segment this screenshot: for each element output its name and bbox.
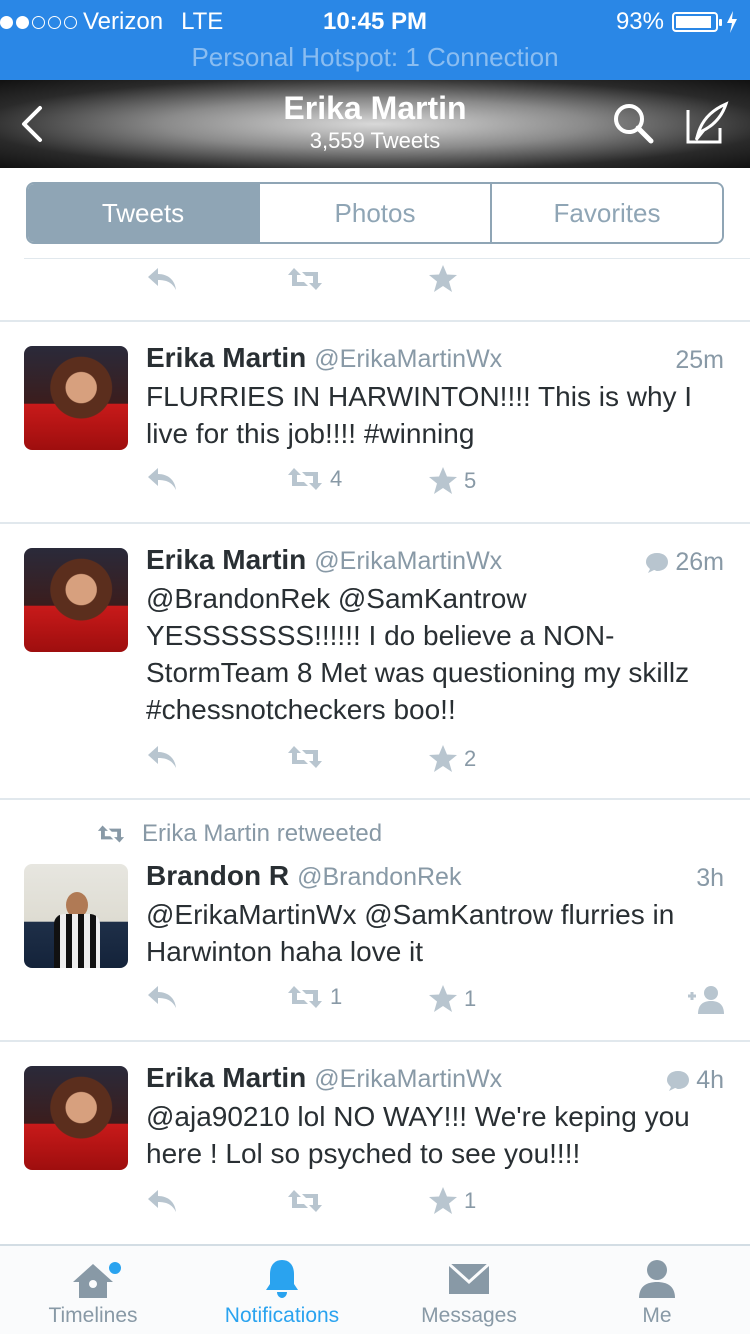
- avatar[interactable]: [24, 864, 128, 968]
- author-name: Brandon R: [146, 860, 290, 891]
- tweet-time-area: 26m: [645, 548, 724, 577]
- favorite-button[interactable]: 2: [428, 744, 476, 774]
- retweet-button[interactable]: 1: [286, 984, 342, 1010]
- tab-label: Notifications: [224, 1304, 340, 1327]
- segment-tweets[interactable]: Tweets: [28, 184, 260, 242]
- tweet-time: 26m: [675, 548, 724, 576]
- reply-icon[interactable]: [146, 744, 178, 770]
- favorite-count: 2: [464, 746, 477, 771]
- favorite-count: 1: [464, 986, 477, 1011]
- follow-user-icon[interactable]: [684, 984, 726, 1014]
- author-handle: @ErikaMartinWx: [314, 547, 503, 575]
- author-handle: @BrandonRek: [297, 863, 462, 891]
- reply-icon[interactable]: [146, 1188, 178, 1214]
- favorite-icon[interactable]: [428, 264, 458, 294]
- tweet-time-area: 4h: [666, 1066, 724, 1095]
- hotspot-banner[interactable]: Personal Hotspot: 1 Connection: [0, 42, 750, 73]
- retweet-icon: [97, 825, 125, 843]
- home-icon: [73, 1262, 121, 1298]
- tab-label: Me: [642, 1304, 672, 1327]
- profile-segmented-control: Tweets Photos Favorites: [26, 182, 724, 244]
- favorite-icon: [429, 1187, 457, 1214]
- tweet-item[interactable]: Erika Martin retweeted Brandon R @Brandon…: [0, 798, 750, 1040]
- tweet-author[interactable]: Erika Martin @ErikaMartinWx: [146, 544, 502, 576]
- segment-favorites[interactable]: Favorites: [492, 184, 722, 242]
- retweet-context[interactable]: Erika Martin retweeted: [96, 820, 382, 848]
- tweet-time: 3h: [696, 864, 724, 892]
- profile-header: Erika Martin 3,559 Tweets: [0, 80, 750, 168]
- person-icon: [639, 1260, 675, 1298]
- reply-icon[interactable]: [146, 466, 178, 492]
- status-bar: Verizon LTE 10:45 PM 93% Personal Hotspo…: [0, 0, 750, 80]
- tab-label: Messages: [421, 1304, 517, 1327]
- retweet-icon: [288, 746, 322, 768]
- favorite-count: 1: [464, 1188, 477, 1213]
- tweet-time: 4h: [696, 1066, 724, 1094]
- tweet-text: FLURRIES IN HARWINTON!!!! This is why I …: [146, 381, 693, 449]
- retweeted-by: Erika Martin retweeted: [142, 820, 383, 847]
- favorite-count: 5: [464, 468, 477, 493]
- retweet-icon: [288, 1190, 322, 1212]
- tab-timelines[interactable]: Timelines: [26, 1246, 160, 1336]
- tweet-author[interactable]: Brandon R @BrandonRek: [146, 860, 461, 892]
- avatar[interactable]: [24, 548, 128, 652]
- tweet-item[interactable]: Erika Martin @ErikaMartinWx 26m @BrandonR…: [0, 522, 750, 798]
- envelope-icon: [447, 1262, 491, 1294]
- tweet-item[interactable]: Erika Martin @ErikaMartinWx 4h @aja90210 …: [0, 1040, 750, 1244]
- author-name: Erika Martin: [146, 544, 307, 575]
- tweet-author[interactable]: Erika Martin @ErikaMartinWx: [146, 342, 502, 374]
- tab-messages[interactable]: Messages: [404, 1246, 534, 1336]
- search-icon[interactable]: [610, 100, 656, 146]
- battery-icon: [672, 12, 722, 32]
- retweet-count: 1: [330, 984, 343, 1009]
- tweet-text: @ErikaMartinWx @SamKantrow flurries in H…: [146, 899, 675, 967]
- segment-photos[interactable]: Photos: [260, 184, 492, 242]
- retweet-icon: [288, 468, 322, 490]
- favorite-icon: [429, 467, 457, 494]
- author-name: Erika Martin: [146, 342, 307, 373]
- charging-icon: [727, 11, 737, 33]
- retweet-button[interactable]: [286, 744, 330, 770]
- tab-notifications[interactable]: Notifications: [212, 1246, 352, 1336]
- conversation-icon: [667, 1070, 690, 1091]
- divider: [24, 258, 750, 259]
- tweet-text: @aja90210 lol NO WAY!!! We're keping you…: [146, 1101, 690, 1169]
- author-handle: @ErikaMartinWx: [314, 345, 503, 373]
- retweet-button[interactable]: 4: [286, 466, 342, 492]
- tab-label: Timelines: [48, 1304, 138, 1327]
- favorite-icon: [429, 985, 457, 1012]
- bell-icon: [266, 1260, 298, 1298]
- compose-tweet-icon[interactable]: [684, 100, 730, 146]
- tweet-text: @BrandonRek @SamKantrow YESSSSSSS!!!!!! …: [146, 583, 690, 725]
- reply-icon[interactable]: [146, 984, 178, 1010]
- retweet-count: 4: [330, 466, 343, 491]
- retweet-icon: [288, 986, 322, 1008]
- tweet-author[interactable]: Erika Martin @ErikaMartinWx: [146, 1062, 502, 1094]
- tweet-time: 25m: [675, 346, 724, 374]
- tweet-item[interactable]: Erika Martin @ErikaMartinWx 25m FLURRIES …: [0, 320, 750, 522]
- conversation-icon: [646, 552, 669, 573]
- author-name: Erika Martin: [146, 1062, 307, 1093]
- favorite-button[interactable]: 5: [428, 466, 476, 496]
- favorite-icon: [429, 745, 457, 772]
- favorite-button[interactable]: 1: [428, 984, 476, 1014]
- tab-bar: Timelines Notifications Messages Me: [0, 1244, 750, 1334]
- tab-me[interactable]: Me: [612, 1246, 702, 1336]
- retweet-icon[interactable]: [286, 266, 324, 292]
- author-handle: @ErikaMartinWx: [314, 1065, 503, 1093]
- favorite-button[interactable]: 1: [428, 1186, 476, 1216]
- retweet-button[interactable]: [286, 1188, 330, 1214]
- battery-percent: 93%: [615, 8, 664, 35]
- reply-icon[interactable]: [146, 266, 178, 292]
- avatar[interactable]: [24, 1066, 128, 1170]
- avatar[interactable]: [24, 346, 128, 450]
